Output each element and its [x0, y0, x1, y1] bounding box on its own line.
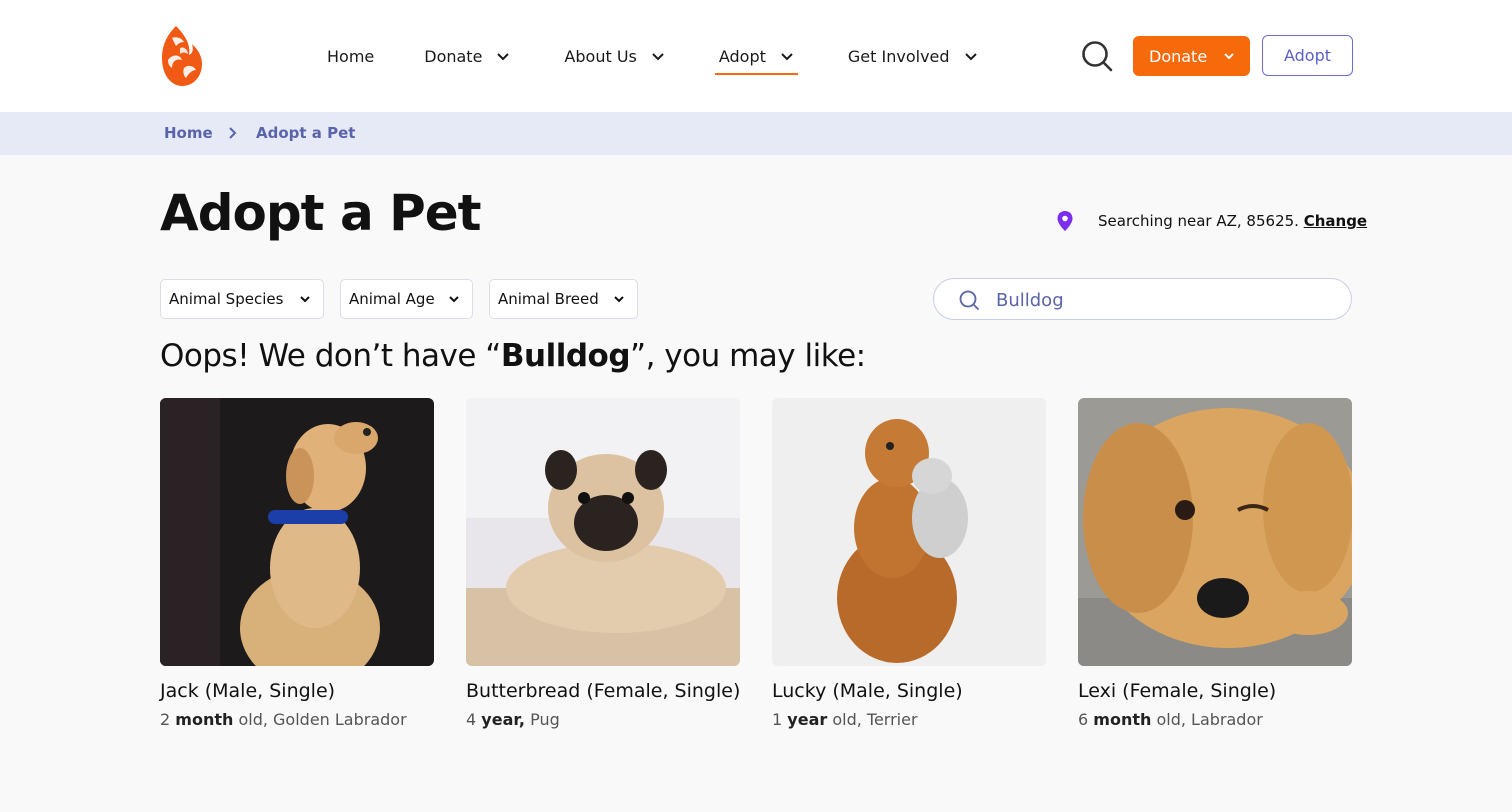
pet-age-unit: year: [787, 710, 828, 729]
nav-donate-label: Donate: [424, 46, 483, 66]
pet-age-number: 4: [466, 710, 477, 729]
pet-breed: old, Terrier: [827, 710, 918, 729]
filter-label: Animal Age: [349, 290, 435, 308]
adopt-button[interactable]: Adopt: [1262, 35, 1353, 76]
pet-age-unit: year,: [481, 710, 525, 729]
chevron-down-icon: [781, 53, 793, 61]
nav-about-us[interactable]: About Us: [564, 36, 664, 76]
chevron-down-icon: [964, 53, 977, 61]
pet-photo[interactable]: [466, 398, 740, 666]
pet-photo[interactable]: [1078, 398, 1352, 666]
pet-card-lucky[interactable]: Lucky (Male, Single) 1 year old, Terrier: [772, 398, 1046, 729]
pet-photo[interactable]: [772, 398, 1046, 666]
search-icon: [959, 290, 979, 310]
search-input[interactable]: [996, 285, 1336, 315]
pet-breed: old, Golden Labrador: [233, 710, 407, 729]
filter-label: Animal Species: [169, 290, 284, 308]
message-suffix: ”, you may like:: [630, 338, 866, 374]
search-icon[interactable]: [1080, 39, 1114, 73]
dog-photo-icon: [1078, 398, 1352, 666]
pet-age-number: 2: [160, 710, 171, 729]
chevron-down-icon: [300, 296, 310, 303]
pet-age-number: 1: [772, 710, 783, 729]
pet-photo[interactable]: [160, 398, 434, 666]
breadcrumb-current: Adopt a Pet: [256, 124, 356, 142]
location-status: Searching near AZ, 85625. Change: [1098, 212, 1367, 230]
page-title: Adopt a Pet: [160, 184, 482, 242]
dog-photo-icon: [772, 398, 1046, 666]
pet-age-unit: month: [175, 710, 234, 729]
pet-name: Butterbread (Female, Single): [466, 680, 741, 702]
nav-about-us-label: About Us: [564, 46, 637, 66]
message-prefix: Oops! We don’t have “: [160, 338, 501, 374]
pet-search-box: [933, 278, 1352, 320]
pet-details: 1 year old, Terrier: [772, 710, 1046, 729]
message-search-term: Bulldog: [500, 338, 631, 374]
nav-get-involved[interactable]: Get Involved: [848, 36, 978, 76]
logo-flame-icon[interactable]: [158, 24, 204, 88]
pet-card-butterbread[interactable]: Butterbread (Female, Single) 4 year, Pug: [466, 398, 740, 729]
pet-name: Jack (Male, Single): [160, 680, 336, 702]
chevron-down-icon: [497, 53, 510, 61]
breadcrumb-home[interactable]: Home: [164, 124, 213, 142]
donate-button[interactable]: Donate: [1133, 36, 1250, 76]
location-pin-icon: [1057, 211, 1073, 231]
filter-animal-breed[interactable]: Animal Breed: [489, 279, 638, 319]
chevron-down-icon: [614, 296, 624, 303]
nav-donate[interactable]: Donate: [424, 36, 510, 76]
filter-animal-species[interactable]: Animal Species: [160, 279, 324, 319]
chevron-down-icon: [1224, 53, 1234, 60]
pet-card-lexi[interactable]: Lexi (Female, Single) 6 month old, Labra…: [1078, 398, 1352, 729]
change-location-link[interactable]: Change: [1304, 212, 1367, 230]
nav-adopt[interactable]: Adopt: [714, 36, 798, 76]
adopt-button-label: Adopt: [1283, 46, 1332, 65]
chevron-down-icon: [449, 296, 459, 303]
main-nav: Home Donate About Us Adopt Get Involved: [327, 0, 978, 112]
chevron-right-icon: [229, 127, 237, 139]
pet-breed: Pug: [524, 710, 560, 729]
nav-get-involved-label: Get Involved: [847, 46, 950, 66]
site-header: Home Donate About Us Adopt Get Involved …: [0, 0, 1512, 112]
pet-details: 4 year, Pug: [466, 710, 740, 729]
pet-details: 2 month old, Golden Labrador: [160, 710, 434, 729]
dog-photo-icon: [466, 398, 740, 666]
nav-home-label: Home: [327, 46, 375, 66]
pet-card-jack[interactable]: Jack (Male, Single) 2 month old, Golden …: [160, 398, 434, 729]
pet-age-number: 6: [1078, 710, 1089, 729]
chevron-down-icon: [652, 53, 664, 61]
dog-photo-icon: [160, 398, 434, 666]
filter-animal-age[interactable]: Animal Age: [340, 279, 473, 319]
nav-home[interactable]: Home: [327, 36, 374, 76]
pet-breed: old, Labrador: [1151, 710, 1263, 729]
pet-name: Lexi (Female, Single): [1078, 680, 1277, 702]
no-results-message: Oops! We don’t have “Bulldog”, you may l…: [160, 338, 866, 374]
donate-button-label: Donate: [1149, 46, 1208, 66]
filter-label: Animal Breed: [498, 290, 599, 308]
location-label: Searching near AZ, 85625.: [1098, 212, 1299, 230]
nav-adopt-label: Adopt: [718, 46, 766, 66]
pet-name: Lucky (Male, Single): [772, 680, 963, 702]
pet-details: 6 month old, Labrador: [1078, 710, 1352, 729]
pet-age-unit: month: [1093, 710, 1152, 729]
